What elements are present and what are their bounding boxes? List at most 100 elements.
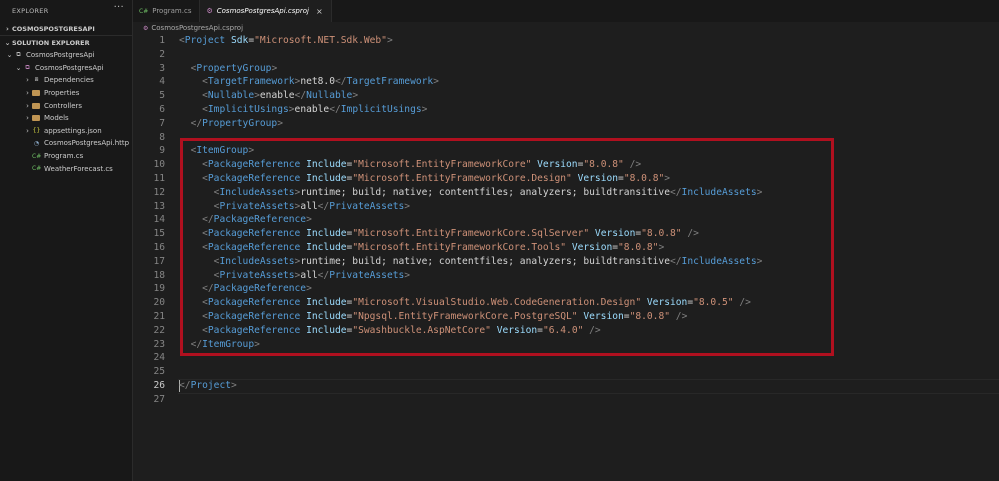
code-token: > <box>271 62 278 74</box>
code-token: PrivateAssets <box>219 269 295 281</box>
breadcrumb-file: CosmosPostgresApi.csproj <box>151 24 244 32</box>
chevron-right-icon[interactable]: › <box>23 102 32 110</box>
code-line[interactable]: 23 </ItemGroup> <box>133 338 999 352</box>
code-line[interactable]: 2 <box>133 48 999 62</box>
code-line[interactable]: 24 <box>133 351 999 365</box>
tab-csproj[interactable]: ⚙ CosmosPostgresApi.csproj × <box>200 0 332 22</box>
tree-item[interactable]: › Controllers <box>0 99 132 112</box>
chevron-right-icon[interactable]: › <box>23 89 32 97</box>
chevron-right-icon[interactable]: › <box>23 76 32 84</box>
code-token: </ <box>317 200 330 212</box>
code-line[interactable]: 25 <box>133 365 999 379</box>
code-token: Include <box>306 228 347 240</box>
tree-item-label: Models <box>44 114 69 123</box>
code-line[interactable]: 10 <PackageReference Include="Microsoft.… <box>133 158 999 172</box>
code-line[interactable]: 1 <Project Sdk="Microsoft.NET.Sdk.Web"> <box>133 34 999 48</box>
close-icon[interactable]: × <box>316 7 323 16</box>
line-number: 9 <box>159 145 165 157</box>
http-icon: ◔ <box>33 139 40 147</box>
chevron-down-icon[interactable]: ⌄ <box>14 64 23 72</box>
project-file-icon: ⚙ <box>206 7 213 15</box>
code-token: </ <box>202 283 214 295</box>
code-line[interactable]: 16 <PackageReference Include="Microsoft.… <box>133 241 999 255</box>
code-token: Version <box>571 242 613 253</box>
code-token: Include <box>306 173 347 184</box>
code-line[interactable]: 4 <TargetFramework>net8.0</TargetFramewo… <box>133 75 999 89</box>
tab-program-cs[interactable]: C# Program.cs <box>133 0 201 22</box>
code-line[interactable]: 22 <PackageReference Include="Swashbuckl… <box>133 324 999 338</box>
code-token: "8.0.8" <box>623 173 665 184</box>
tab-label: Program.cs <box>152 7 192 15</box>
code-token: ItemGroup <box>196 145 249 157</box>
code-line[interactable]: 21 <PackageReference Include="Npgsql.Ent… <box>133 310 999 324</box>
code-line[interactable]: 11 <PackageReference Include="Microsoft.… <box>133 172 999 186</box>
tree-item[interactable]: ⌄ ⧉ CosmosPostgresApi <box>0 62 132 75</box>
code-token: "Microsoft.EntityFrameworkCore.Design" <box>352 173 572 184</box>
chevron-down-icon[interactable]: ⌄ <box>5 51 14 59</box>
code-line[interactable]: 6 <ImplicitUsings>enable</ImplicitUsings… <box>133 103 999 117</box>
tree-item[interactable]: › ⧈ Dependencies <box>0 74 132 87</box>
more-actions-icon[interactable]: ··· <box>114 3 124 13</box>
code-text: <ImplicitUsings>enable</ImplicitUsings> <box>179 103 427 117</box>
code-token: Nullable <box>207 90 255 102</box>
breadcrumb[interactable]: ⚙ CosmosPostgresApi.csproj <box>143 22 243 34</box>
code-line[interactable]: 18 <PrivateAssets>all</PrivateAssets> <box>133 269 999 283</box>
chevron-right-icon[interactable]: › <box>23 127 32 135</box>
code-line[interactable]: 19 </PackageReference> <box>133 282 999 296</box>
code-token: PrivateAssets <box>219 200 295 212</box>
code-token: </ <box>317 269 330 281</box>
workspace-section-header[interactable]: › COSMOSPOSTGRESAPI <box>0 22 132 35</box>
tree-item[interactable]: C# WeatherForecast.cs <box>0 162 132 175</box>
code-token: IncludeAssets <box>219 186 295 198</box>
code-text: <PropertyGroup> <box>179 62 278 76</box>
line-number: 22 <box>153 324 165 336</box>
code-line[interactable]: 20 <PackageReference Include="Microsoft.… <box>133 296 999 310</box>
code-token: > <box>231 380 237 391</box>
code-line[interactable]: 15 <PackageReference Include="Microsoft.… <box>133 227 999 241</box>
code-token: /> <box>739 297 751 309</box>
code-line[interactable]: 12 <IncludeAssets>runtime; build; native… <box>133 186 999 200</box>
code-text: <ItemGroup> <box>179 144 255 158</box>
tree-item[interactable]: › Properties <box>0 87 132 100</box>
code-line[interactable]: 5 <Nullable>enable</Nullable> <box>133 89 999 103</box>
code-token: all <box>300 200 318 212</box>
code-token: PackageReference <box>207 311 301 322</box>
code-token: > <box>421 104 428 115</box>
code-token: PrivateAssets <box>329 269 405 281</box>
tree-item[interactable]: › Models <box>0 112 132 125</box>
code-line[interactable]: 7 </PropertyGroup> <box>133 117 999 131</box>
code-token: "8.0.8" <box>583 159 624 171</box>
code-editor[interactable]: 1 <Project Sdk="Microsoft.NET.Sdk.Web"> 2 3… <box>133 34 999 481</box>
code-token: /> <box>629 159 642 171</box>
code-line[interactable]: 14 </PackageReference> <box>133 213 999 227</box>
explorer-sidebar: EXPLORER ··· › COSMOSPOSTGRESAPI ⌄ SOLUT… <box>0 0 133 481</box>
code-token: Include <box>306 297 347 309</box>
code-token: > <box>404 269 411 281</box>
code-token: PackageReference <box>213 283 307 295</box>
code-text: </PackageReference> <box>179 213 312 227</box>
tree-item[interactable]: ⌄ ⧉ CosmosPostgresApi <box>0 49 132 62</box>
chevron-right-icon[interactable]: › <box>23 114 32 122</box>
code-text: <IncludeAssets>runtime; build; native; c… <box>179 255 763 269</box>
tree-item[interactable]: C# Program.cs <box>0 150 132 163</box>
code-token: > <box>306 214 312 226</box>
code-line[interactable]: 26 </Project> <box>133 379 999 393</box>
code-line[interactable]: 8 <box>133 131 999 145</box>
solution-explorer-header[interactable]: ⌄ SOLUTION EXPLORER <box>0 35 132 49</box>
code-line[interactable]: 13 <PrivateAssets>all</PrivateAssets> <box>133 200 999 214</box>
line-number: 7 <box>159 117 165 129</box>
code-token: "8.0.5" <box>693 297 734 309</box>
code-token: "Microsoft.EntityFrameworkCore" <box>352 159 532 171</box>
code-line[interactable]: 3 <PropertyGroup> <box>133 62 999 76</box>
tree-item[interactable]: ›{} appsettings.json <box>0 125 132 138</box>
tree-item[interactable]: ◔ CosmosPostgresApi.http <box>0 137 132 150</box>
dependencies-icon: ⧈ <box>34 76 39 84</box>
code-line[interactable]: 17 <IncludeAssets>runtime; build; native… <box>133 255 999 269</box>
code-line[interactable]: 27 <box>133 393 999 407</box>
line-number: 5 <box>159 90 165 102</box>
code-token: </ <box>329 104 341 115</box>
code-token: "Microsoft.VisualStudio.Web.CodeGenerati… <box>352 297 642 309</box>
code-line[interactable]: 9 <ItemGroup> <box>133 144 999 158</box>
line-number: 10 <box>153 159 165 171</box>
code-text: </Project> <box>179 379 237 393</box>
